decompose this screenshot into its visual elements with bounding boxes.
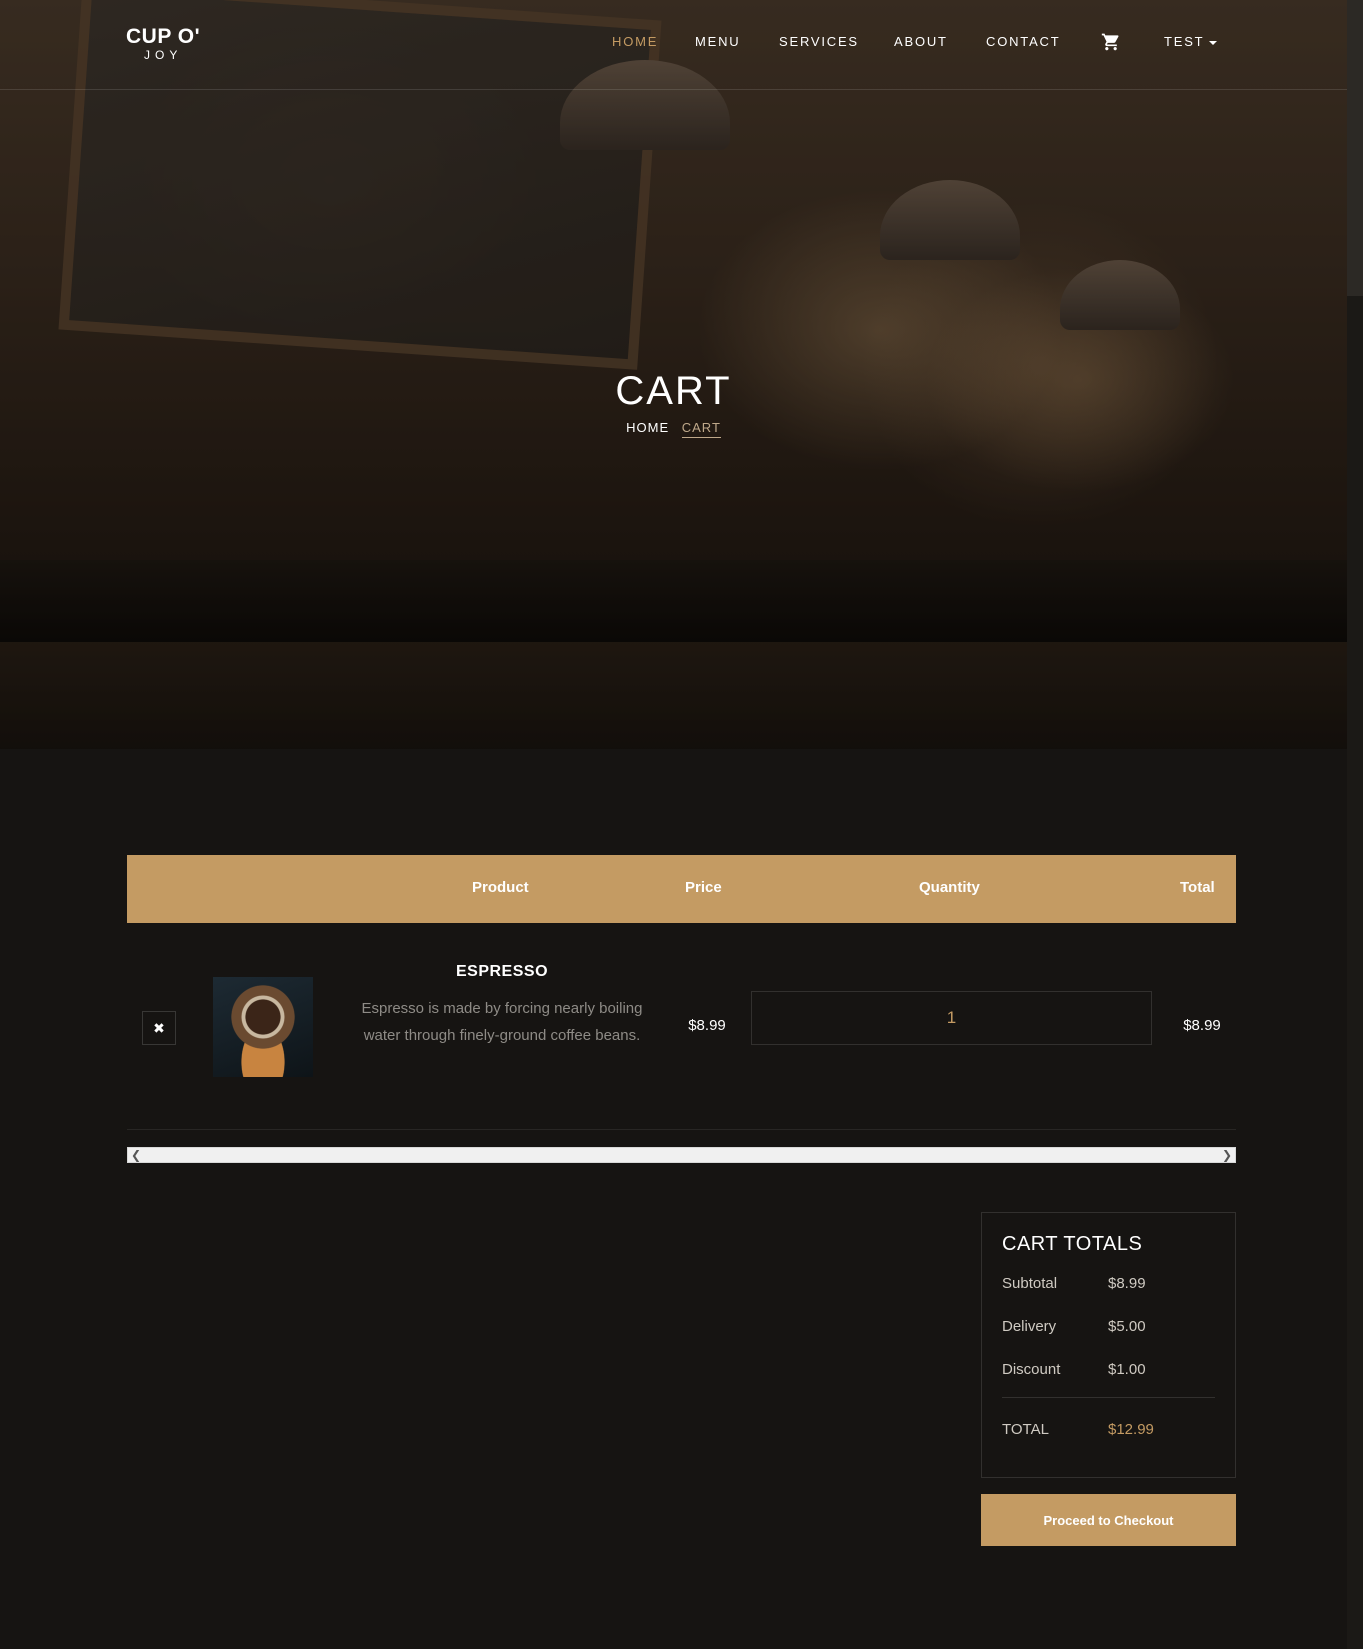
hero-banner: CART HOME CART [0,0,1347,749]
product-image [213,977,313,1077]
scroll-left-icon[interactable]: ❮ [131,1147,141,1163]
product-price: $8.99 [688,1017,726,1034]
total-label: TOTAL [1002,1421,1049,1438]
main-menu: HOME MENU SERVICES ABOUT CONTACT TEST [0,34,1347,54]
nav-home-link[interactable]: HOME [612,34,658,49]
page-scrollbar-thumb[interactable] [1347,0,1363,296]
subtotal-value: $8.99 [1108,1275,1146,1292]
chevron-down-icon[interactable] [1209,41,1217,45]
breadcrumb: HOME CART [0,420,1347,438]
breadcrumb-home-link[interactable]: HOME [626,420,669,435]
product-total: $8.99 [1183,1017,1221,1034]
remove-item-button[interactable]: ✖ [142,1011,176,1045]
discount-value: $1.00 [1108,1361,1146,1378]
table-row: ✖ ESPRESSO Espresso is made by forcing n… [127,923,1236,1130]
nav-services-link[interactable]: SERVICES [779,34,859,49]
horizontal-scrollbar[interactable]: ❮ ❯ [127,1147,1236,1163]
product-description: Espresso is made by forcing nearly boili… [361,1000,643,1044]
user-menu-dropdown[interactable]: TEST [1164,34,1204,49]
delivery-label: Delivery [1002,1318,1057,1335]
scroll-right-icon[interactable]: ❯ [1222,1147,1232,1163]
nav-contact-link[interactable]: CONTACT [986,34,1060,49]
proceed-to-checkout-button[interactable]: Proceed to Checkout [981,1494,1236,1546]
column-header-product: Product [472,879,529,896]
column-header-total: Total [1180,879,1215,896]
cart-icon-glyph [1101,33,1119,51]
product-name: ESPRESSO [455,963,549,980]
nav-menu-link[interactable]: MENU [695,34,740,49]
close-icon: ✖ [153,1020,165,1036]
delivery-value: $5.00 [1108,1318,1146,1335]
cart-table-header: Product Price Quantity Total [127,855,1236,923]
breadcrumb-current: CART [681,420,721,438]
discount-label: Discount [1002,1361,1061,1378]
page-title: CART [615,368,732,413]
subtotal-label: Subtotal [1002,1275,1058,1292]
column-header-quantity: Quantity [919,879,980,896]
column-header-price: Price [685,879,722,896]
total-value: $12.99 [1108,1421,1154,1438]
quantity-input[interactable] [752,992,1151,1044]
cart-icon[interactable] [1101,32,1121,52]
cart-totals-title: CART TOTALS [1002,1233,1143,1255]
cart-totals-panel: CART TOTALS Subtotal $8.99 Delivery $5.0… [981,1212,1236,1478]
top-navigation: CUP O' JOY HOME MENU SERVICES ABOUT CONT… [0,0,1347,90]
totals-divider [1002,1397,1215,1398]
nav-about-link[interactable]: ABOUT [894,34,948,49]
quantity-field[interactable] [751,991,1152,1045]
